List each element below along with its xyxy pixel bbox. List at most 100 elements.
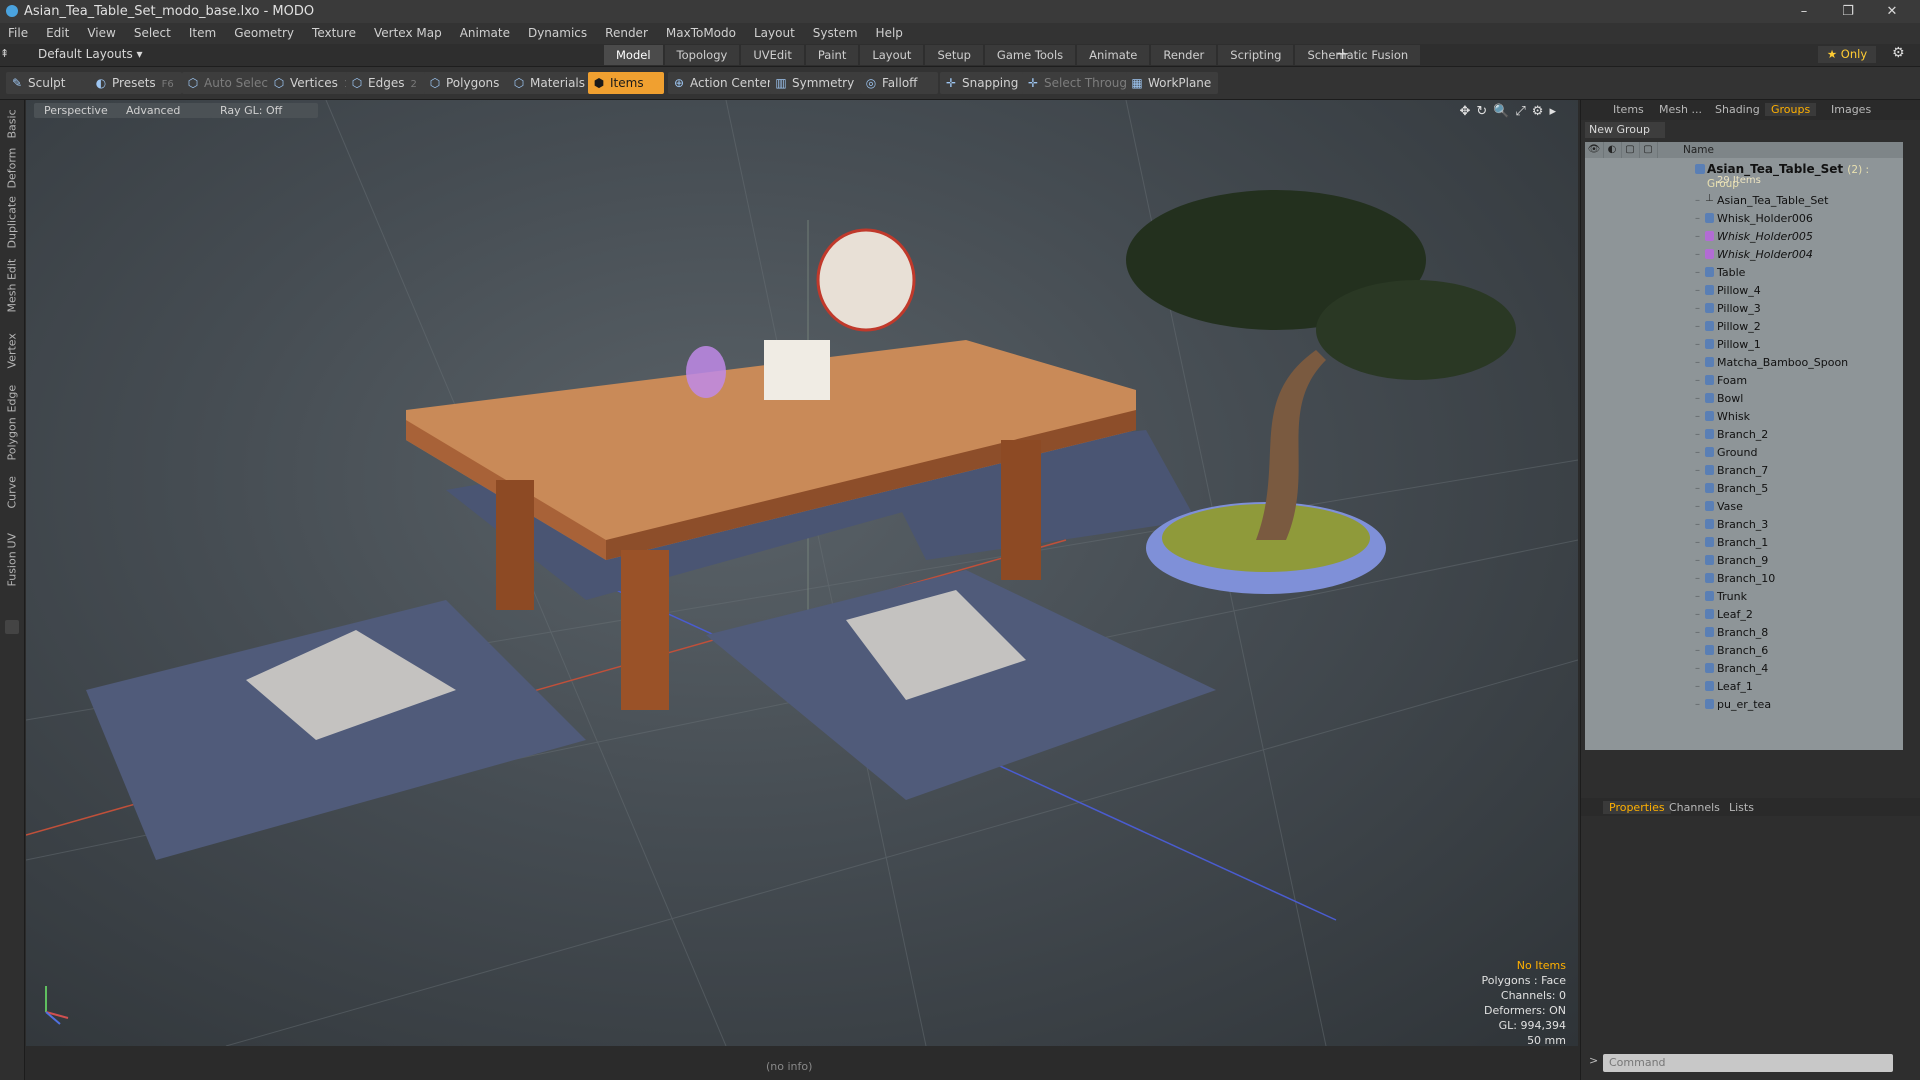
raygl-toggle[interactable]: Ray GL: Off (210, 103, 318, 118)
list-item[interactable]: – Leaf_2 (1585, 606, 1903, 624)
tab-uvedit[interactable]: UVEdit (741, 45, 804, 65)
list-item[interactable]: – Branch_4 (1585, 660, 1903, 678)
sculpt-button[interactable]: ✎ Sculpt (6, 72, 94, 94)
list-item[interactable]: – Table (1585, 264, 1903, 282)
vtab-edge[interactable]: Edge (0, 382, 24, 418)
list-item[interactable]: – Foam (1585, 372, 1903, 390)
tab-shading[interactable]: Shading (1715, 103, 1760, 116)
list-item[interactable]: – Branch_8 (1585, 624, 1903, 642)
list-item[interactable]: – Ground (1585, 444, 1903, 462)
eye-icon[interactable]: 👁 (1585, 142, 1604, 158)
tab-model[interactable]: Model (604, 45, 663, 65)
list-item[interactable]: – pu_er_tea (1585, 696, 1903, 714)
tab-lists[interactable]: Lists (1729, 801, 1754, 814)
menu-layout[interactable]: Layout (754, 26, 795, 40)
advanced-dropdown[interactable]: Advanced (116, 103, 220, 118)
menu-render[interactable]: Render (605, 26, 648, 40)
command-input[interactable]: Command (1603, 1054, 1893, 1072)
tab-schematic-fusion[interactable]: Schematic Fusion (1295, 45, 1421, 65)
gear-icon[interactable]: ⚙ (1892, 45, 1905, 61)
tab-items[interactable]: Items (1613, 103, 1644, 116)
menu-edit[interactable]: Edit (46, 26, 69, 40)
tab-animate[interactable]: Animate (1077, 45, 1150, 65)
list-item[interactable]: – Pillow_2 (1585, 318, 1903, 336)
layout-selector[interactable]: Default Layouts ▾ (38, 47, 143, 61)
tab-setup[interactable]: Setup (925, 45, 983, 65)
vtab-polygon[interactable]: Polygon (0, 417, 24, 472)
list-item[interactable]: – Whisk_Holder006 (1585, 210, 1903, 228)
list-item[interactable]: – Branch_9 (1585, 552, 1903, 570)
menu-animate[interactable]: Animate (460, 26, 510, 40)
tab-scripting[interactable]: Scripting (1218, 45, 1294, 65)
vtab-curve[interactable]: Curve (0, 476, 24, 516)
items-button[interactable]: ⬢ Items (588, 72, 664, 94)
lock-icon[interactable]: ▢ (1621, 142, 1640, 158)
list-item[interactable]: – Branch_1 (1585, 534, 1903, 552)
list-item[interactable]: – Pillow_4 (1585, 282, 1903, 300)
vtab-duplicate[interactable]: Duplicate (0, 196, 24, 260)
vtab-mesh-edit[interactable]: Mesh Edit (0, 259, 24, 328)
list-item[interactable]: – Branch_7 (1585, 462, 1903, 480)
list-item[interactable]: – Branch_2 (1585, 426, 1903, 444)
list-item[interactable]: – Whisk (1585, 408, 1903, 426)
vtab-vertex[interactable]: Vertex (0, 333, 24, 376)
close-button[interactable]: ✕ (1872, 2, 1912, 22)
list-item[interactable]: – Pillow_3 (1585, 300, 1903, 318)
tab-images[interactable]: Images (1831, 103, 1871, 116)
perspective-dropdown[interactable]: Perspective (34, 103, 126, 118)
symmetry-button[interactable]: ▥ Symmetry (770, 72, 862, 94)
select-icon[interactable]: ▢ (1639, 142, 1658, 158)
vertices-button[interactable]: ⬡Vertices1 (268, 72, 350, 94)
select-through-button[interactable]: ✛ Select Through (1022, 72, 1135, 94)
list-item[interactable]: – Branch_3 (1585, 516, 1903, 534)
tab-render[interactable]: Render (1151, 45, 1217, 65)
new-group-button[interactable]: New Group (1585, 122, 1665, 138)
polygons-button[interactable]: ⬡ Polygons (424, 72, 512, 94)
list-item[interactable]: – Branch_5 (1585, 480, 1903, 498)
menu-select[interactable]: Select (134, 26, 171, 40)
list-item[interactable]: – Whisk_Holder005 (1585, 228, 1903, 246)
list-item[interactable]: – Bowl (1585, 390, 1903, 408)
vtab-basic[interactable]: Basic (0, 109, 24, 140)
left-panel-toggle-icon[interactable] (5, 620, 19, 634)
snapping-button[interactable]: ✛ Snapping (940, 72, 1028, 94)
list-item[interactable]: – Leaf_1 (1585, 678, 1903, 696)
menu-vertex-map[interactable]: Vertex Map (374, 26, 442, 40)
add-layout-button[interactable]: + (1336, 44, 1349, 63)
list-item[interactable]: – ⊥ Asian_Tea_Table_Set (1585, 192, 1903, 210)
render-icon[interactable]: ◐ (1603, 142, 1622, 158)
materials-button[interactable]: ⬡ Materials (508, 72, 594, 94)
menu-view[interactable]: View (87, 26, 115, 40)
group-row[interactable]: Asian_Tea_Table_Set (2) : Group 29 Items (1585, 160, 1903, 190)
layout-arrow-icon[interactable]: ⇞ (0, 47, 10, 60)
maximize-button[interactable]: ❐ (1828, 2, 1868, 22)
vtab-uv[interactable]: UV (0, 520, 24, 550)
list-item[interactable]: – Pillow_1 (1585, 336, 1903, 354)
action-center-button[interactable]: ⊕ Action Center (668, 72, 774, 94)
menu-geometry[interactable]: Geometry (234, 26, 294, 40)
vtab-fusion[interactable]: Fusion (0, 551, 24, 596)
tab-game-tools[interactable]: Game Tools (984, 45, 1076, 65)
menu-system[interactable]: System (813, 26, 858, 40)
list-item[interactable]: – Vase (1585, 498, 1903, 516)
viewport-nav-tools[interactable]: ✥↻🔍⤢⚙▸ (1459, 104, 1562, 119)
menu-texture[interactable]: Texture (312, 26, 356, 40)
list-item[interactable]: – Whisk_Holder004 (1585, 246, 1903, 264)
menu-maxtomodo[interactable]: MaxToModo (666, 26, 736, 40)
presets-button[interactable]: ◐ Presets F6 (90, 72, 182, 94)
vtab-deform[interactable]: Deform (0, 148, 24, 196)
list-item[interactable]: – Branch_10 (1585, 570, 1903, 588)
3d-viewport[interactable]: Perspective Advanced Ray GL: Off ✥↻🔍⤢⚙▸ … (26, 100, 1578, 1046)
auto-select-button[interactable]: ⬡ Auto Select (182, 72, 274, 94)
only-toggle[interactable]: ★ Only (1818, 46, 1876, 63)
menu-file[interactable]: File (8, 26, 28, 40)
menu-item[interactable]: Item (189, 26, 216, 40)
menu-help[interactable]: Help (876, 26, 903, 40)
list-item[interactable]: – Trunk (1585, 588, 1903, 606)
list-item[interactable]: – Matcha_Bamboo_Spoon (1585, 354, 1903, 372)
falloff-button[interactable]: ◎ Falloff (860, 72, 938, 94)
edges-button[interactable]: ⬡ Edges 2 (346, 72, 428, 94)
tab-paint[interactable]: Paint (805, 45, 859, 65)
tab-channels[interactable]: Channels (1669, 801, 1720, 814)
tab-properties[interactable]: Properties (1603, 801, 1671, 814)
